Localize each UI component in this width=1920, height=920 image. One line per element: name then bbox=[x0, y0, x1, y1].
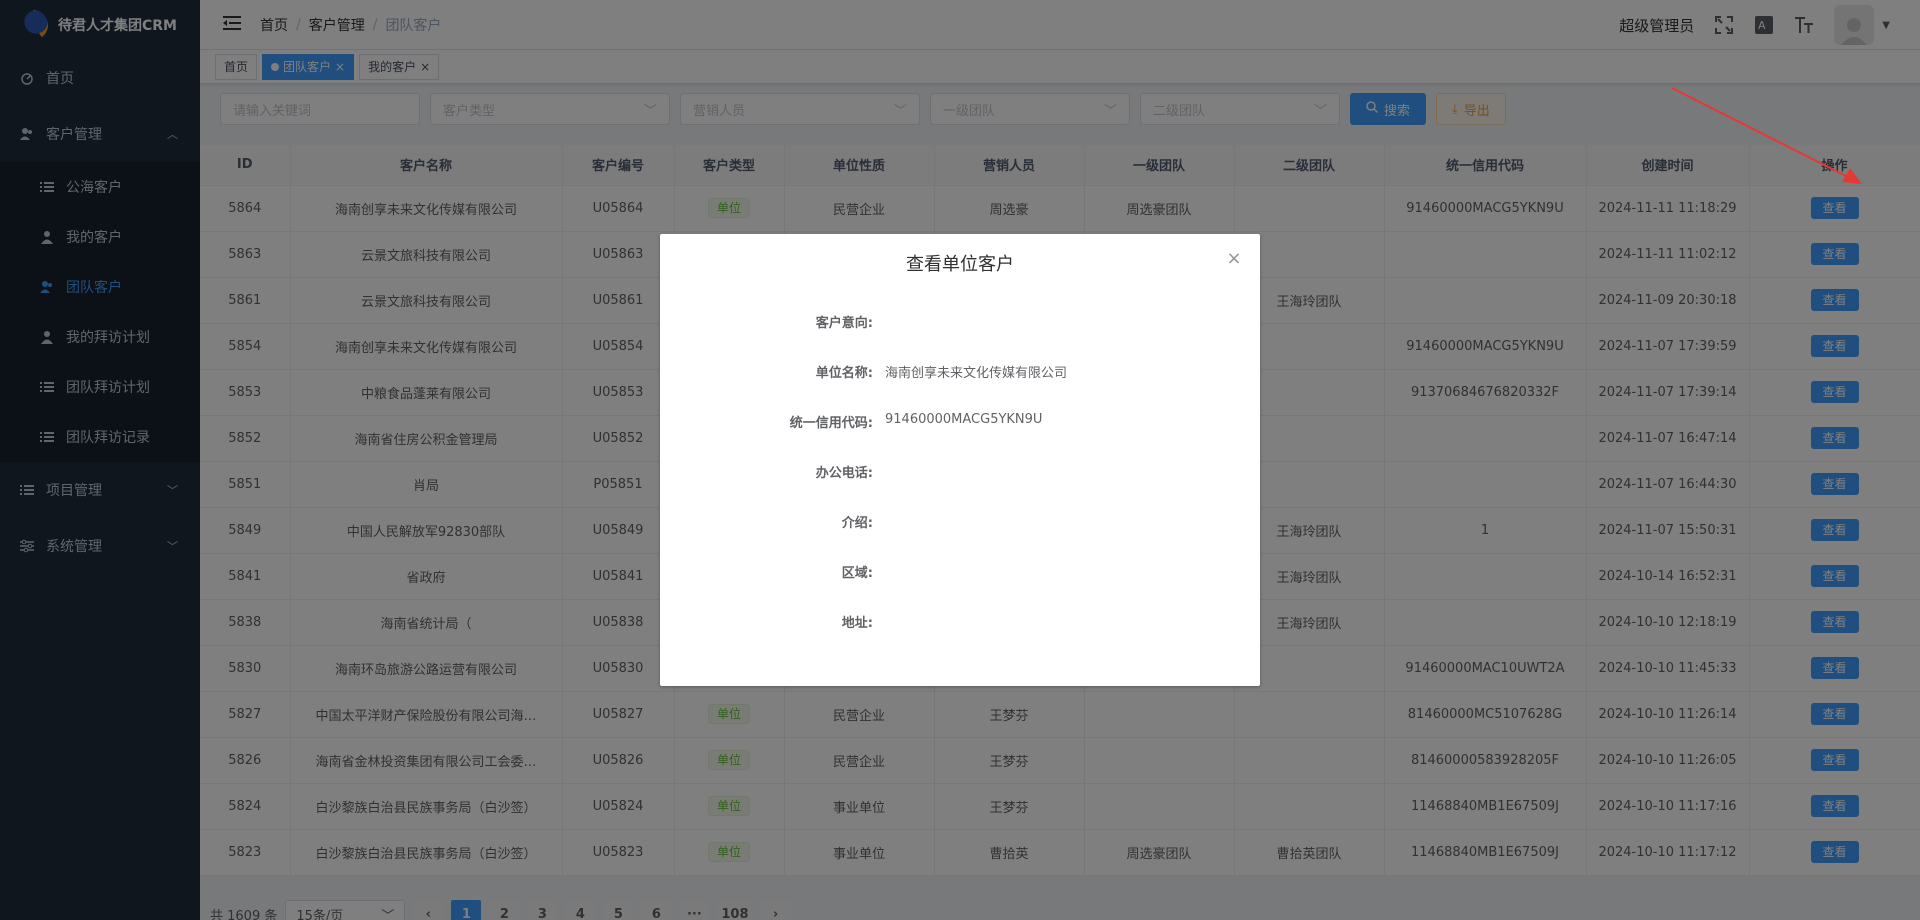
field-value bbox=[873, 562, 885, 582]
field-value bbox=[873, 312, 885, 332]
field-value: 91460000MACG5YKN9U bbox=[885, 412, 1043, 427]
field-intent: 客户意向: bbox=[660, 312, 1260, 332]
close-icon[interactable]: × bbox=[1224, 248, 1244, 269]
field-value bbox=[873, 612, 885, 632]
dialog-title: 查看单位客户 bbox=[906, 254, 1014, 275]
field-label: 单位名称: bbox=[815, 366, 873, 381]
field-label: 介绍: bbox=[841, 516, 873, 531]
field-label: 客户意向: bbox=[815, 316, 873, 331]
field-address: 地址: bbox=[660, 612, 1260, 632]
field-label: 地址: bbox=[841, 616, 873, 631]
field-region: 区域: bbox=[660, 562, 1260, 582]
field-label: 区域: bbox=[841, 566, 873, 581]
field-label: 统一信用代码: bbox=[789, 416, 873, 431]
field-introduction: 介绍: bbox=[660, 512, 1260, 532]
view-customer-dialog: 查看单位客户 × 客户意向: 单位名称: 海南创享未来文化传媒有限公司 统一信用… bbox=[660, 234, 1260, 686]
field-credit-code: 统一信用代码: 91460000MACG5YKN9U bbox=[660, 412, 1260, 432]
field-company-name: 单位名称: 海南创享未来文化传媒有限公司 bbox=[660, 362, 1260, 382]
field-office-phone: 办公电话: bbox=[660, 462, 1260, 482]
field-value bbox=[873, 512, 885, 532]
field-value: 海南创享未来文化传媒有限公司 bbox=[885, 366, 1068, 381]
field-value bbox=[873, 462, 885, 482]
field-label: 办公电话: bbox=[815, 466, 873, 481]
